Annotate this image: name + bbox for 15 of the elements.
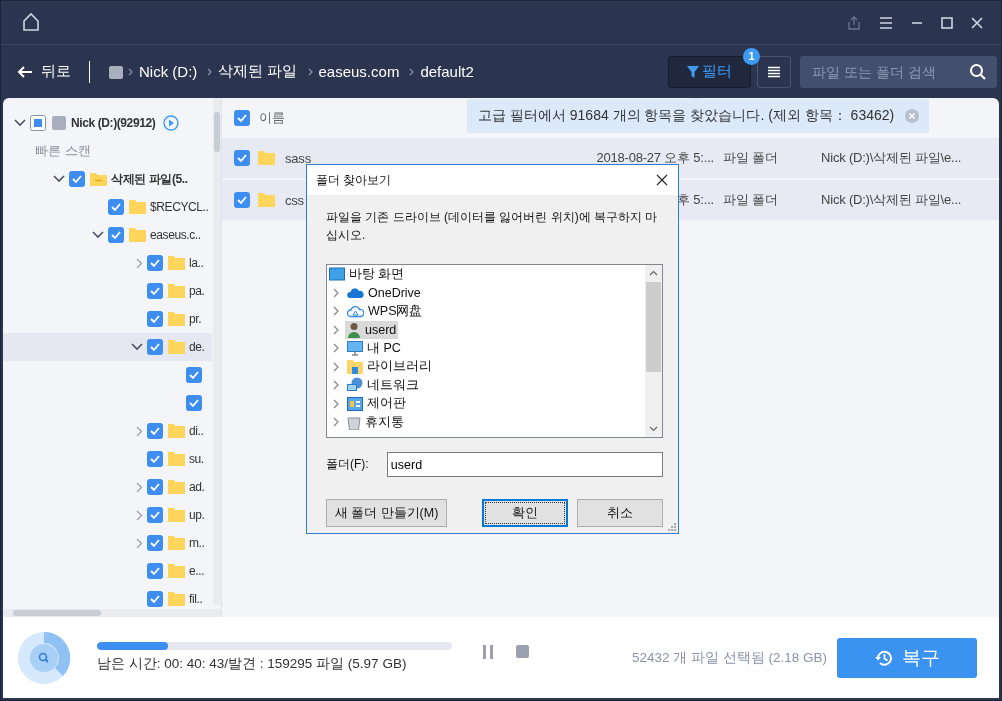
file-date: 후 5:... <box>676 191 714 209</box>
file-name: css <box>285 192 305 208</box>
file-path: Nick (D:)\삭제된 파일\e... <box>821 191 962 209</box>
dialog-message: 파일을 기존 드라이브 (데이터를 잃어버린 위치)에 복구하지 마십시오. <box>326 209 659 244</box>
file-name: sass <box>285 150 312 166</box>
file-type: 파일 폴더 <box>723 149 779 167</box>
folder-label: 폴더(F): <box>326 456 370 473</box>
file-type: 파일 폴더 <box>723 191 779 209</box>
selection-summary: 52432 개 파일 선택됨 (2.18 GB) <box>631 648 827 667</box>
scan-status: 남은 시간: 00: 40: 43/발견 : 159295 파일 (5.97 GB) <box>97 655 408 673</box>
file-date: 2018-08-27 오후 5:... <box>595 149 714 167</box>
filter-count-badge: 1 <box>743 47 760 65</box>
section-label: 빠른 스캔 <box>35 142 91 160</box>
notice-text: 고급 필터에서 91684 개의 항목을 찾았습니다. (제외 항목： 63462) <box>478 107 896 125</box>
file-path: Nick (D:)\삭제된 파일\e... <box>821 149 962 167</box>
